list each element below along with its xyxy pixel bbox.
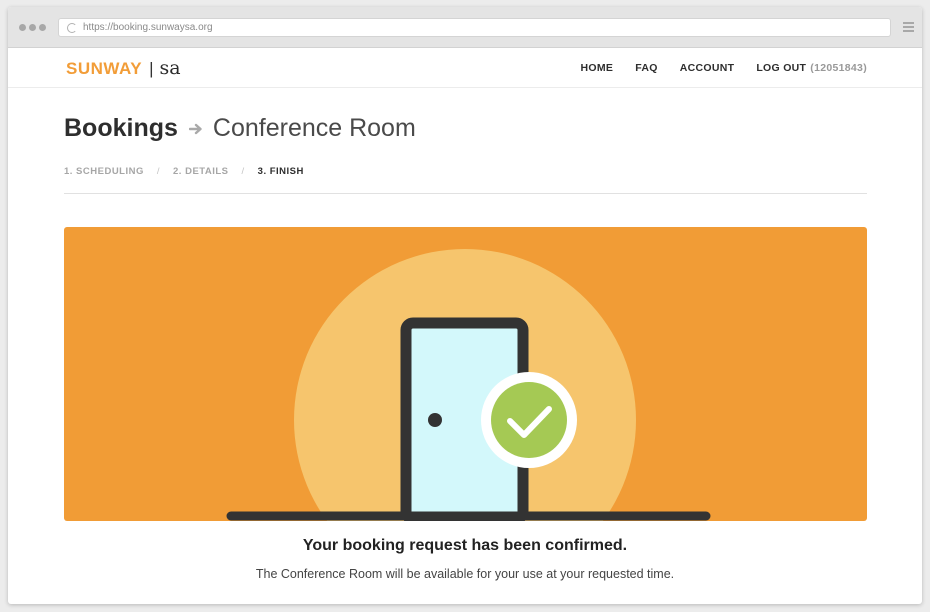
logo-sunway: SUNWAY bbox=[66, 59, 143, 78]
menu-icon[interactable] bbox=[903, 22, 914, 34]
window-controls bbox=[19, 24, 46, 31]
url-text: https://booking.sunwaysa.org bbox=[83, 22, 213, 33]
step-details[interactable]: 2. DETAILS bbox=[173, 166, 229, 177]
site-header: SUNWAY | sa HOME FAQ ACCOUNT LOG OUT (120… bbox=[8, 48, 922, 88]
step-separator: / bbox=[156, 166, 161, 177]
confirmation-title: Your booking request has been confirmed. bbox=[302, 537, 628, 554]
confirmation-illustration bbox=[64, 227, 867, 521]
minimize-window-dot[interactable] bbox=[29, 24, 36, 31]
maximize-window-dot[interactable] bbox=[39, 24, 46, 31]
step-scheduling[interactable]: 1. SCHEDULING bbox=[64, 166, 144, 177]
divider bbox=[64, 193, 867, 194]
browser-window: https://booking.sunwaysa.org SUNWAY | sa… bbox=[8, 7, 922, 604]
logo-sa: sa bbox=[159, 57, 181, 79]
breadcrumb-room: Conference Room bbox=[212, 114, 416, 142]
address-bar[interactable]: https://booking.sunwaysa.org bbox=[58, 18, 891, 37]
confirmation-message: The Conference Room will be available fo… bbox=[255, 567, 675, 581]
account-id: (12051843) bbox=[810, 62, 867, 74]
logout-label: LOG OUT bbox=[756, 62, 807, 74]
arrow-right-icon bbox=[188, 123, 202, 134]
step-finish: 3. FINISH bbox=[257, 166, 304, 177]
nav-faq[interactable]: FAQ bbox=[635, 62, 658, 74]
logo-separator: | bbox=[149, 59, 154, 78]
main-nav: HOME FAQ ACCOUNT LOG OUT (12051843) bbox=[559, 62, 867, 74]
nav-logout[interactable]: LOG OUT (12051843) bbox=[756, 62, 867, 74]
step-indicator: 1. SCHEDULING / 2. DETAILS / 3. FINISH bbox=[64, 166, 304, 177]
checkmark-icon bbox=[481, 372, 577, 468]
reload-icon[interactable] bbox=[67, 22, 77, 33]
browser-toolbar: https://booking.sunwaysa.org bbox=[8, 7, 922, 48]
step-separator: / bbox=[241, 166, 245, 177]
breadcrumb-bookings[interactable]: Bookings bbox=[64, 114, 178, 143]
page-title: Bookings Conference Room bbox=[64, 114, 416, 143]
site-logo[interactable]: SUNWAY | sa bbox=[66, 57, 181, 79]
close-window-dot[interactable] bbox=[19, 24, 26, 31]
nav-account[interactable]: ACCOUNT bbox=[680, 62, 735, 74]
nav-home[interactable]: HOME bbox=[581, 62, 614, 74]
